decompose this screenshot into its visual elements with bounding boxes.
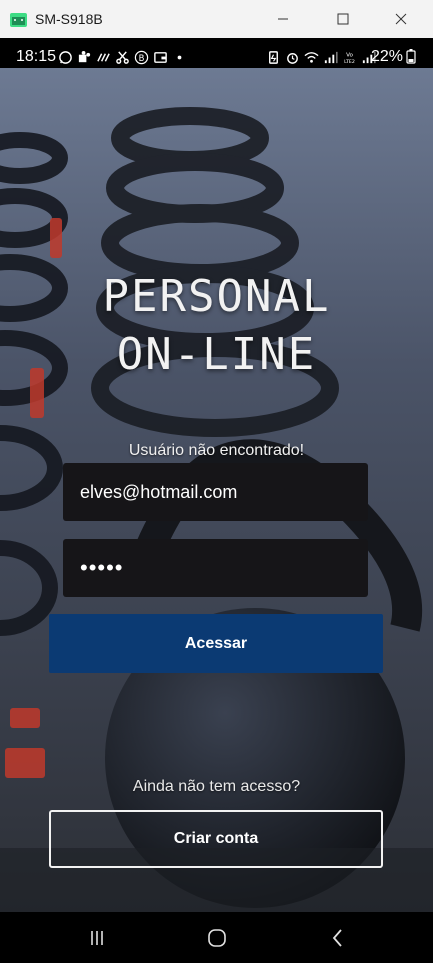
home-icon bbox=[208, 929, 226, 947]
app-title-line2: ON-LINE bbox=[116, 329, 317, 380]
close-button[interactable] bbox=[376, 0, 426, 38]
phone-frame: 18:15 B Vo LTE2 22% PERSONAL ON-LINE Usu… bbox=[0, 38, 433, 963]
svg-text:LTE2: LTE2 bbox=[344, 59, 355, 65]
back-button[interactable] bbox=[318, 926, 358, 950]
navigation-bar bbox=[0, 912, 433, 963]
password-field[interactable]: ••••• bbox=[63, 539, 368, 597]
no-access-text: Ainda não tem acesso? bbox=[132, 778, 301, 795]
wifi-icon bbox=[304, 51, 319, 63]
error-message: Usuário não encontrado! bbox=[128, 442, 305, 459]
email-field[interactable]: elves@hotmail.com bbox=[63, 463, 368, 521]
home-button[interactable] bbox=[197, 926, 237, 950]
volte-icon: VoLTE2 bbox=[344, 52, 355, 65]
status-bar: 18:15 B Vo LTE2 22% bbox=[0, 38, 433, 68]
status-time: 18:15 bbox=[16, 48, 57, 65]
android-app-icon bbox=[10, 13, 27, 27]
create-account-button[interactable]: Criar conta bbox=[49, 810, 383, 868]
recents-icon bbox=[91, 931, 103, 945]
signal-icon bbox=[324, 51, 338, 63]
scissors-icon bbox=[116, 50, 129, 64]
battery-icon bbox=[406, 49, 416, 64]
svg-text:B: B bbox=[139, 52, 145, 62]
back-icon bbox=[332, 929, 342, 947]
app-title: PERSONAL ON-LINE bbox=[0, 268, 433, 384]
battery-saver-icon bbox=[269, 50, 278, 64]
maximize-icon bbox=[337, 13, 349, 25]
login-screen: PERSONAL ON-LINE Usuário não encontrado!… bbox=[0, 68, 433, 912]
window-title: SM-S918B bbox=[35, 11, 103, 27]
close-icon bbox=[395, 13, 407, 25]
alarm-icon bbox=[287, 52, 298, 64]
whatsapp-icon bbox=[59, 50, 72, 64]
teams-icon bbox=[78, 50, 91, 62]
battery-percent: 22% bbox=[371, 48, 404, 65]
notification-icons: B bbox=[58, 49, 187, 65]
signal-waves-icon bbox=[97, 52, 110, 62]
b-circle-icon: B bbox=[134, 50, 149, 64]
minimize-icon bbox=[278, 18, 288, 20]
maximize-button[interactable] bbox=[318, 0, 368, 38]
app-title-line1: PERSONAL bbox=[102, 271, 331, 322]
wallet-icon bbox=[154, 51, 167, 63]
svg-text:Vo: Vo bbox=[346, 52, 353, 58]
recents-button[interactable] bbox=[77, 926, 117, 950]
dot-icon bbox=[177, 55, 182, 59]
window-titlebar: SM-S918B bbox=[0, 0, 433, 38]
login-button[interactable]: Acessar bbox=[49, 614, 383, 673]
system-icons: Vo LTE2 bbox=[266, 49, 376, 65]
minimize-button[interactable] bbox=[258, 0, 308, 38]
